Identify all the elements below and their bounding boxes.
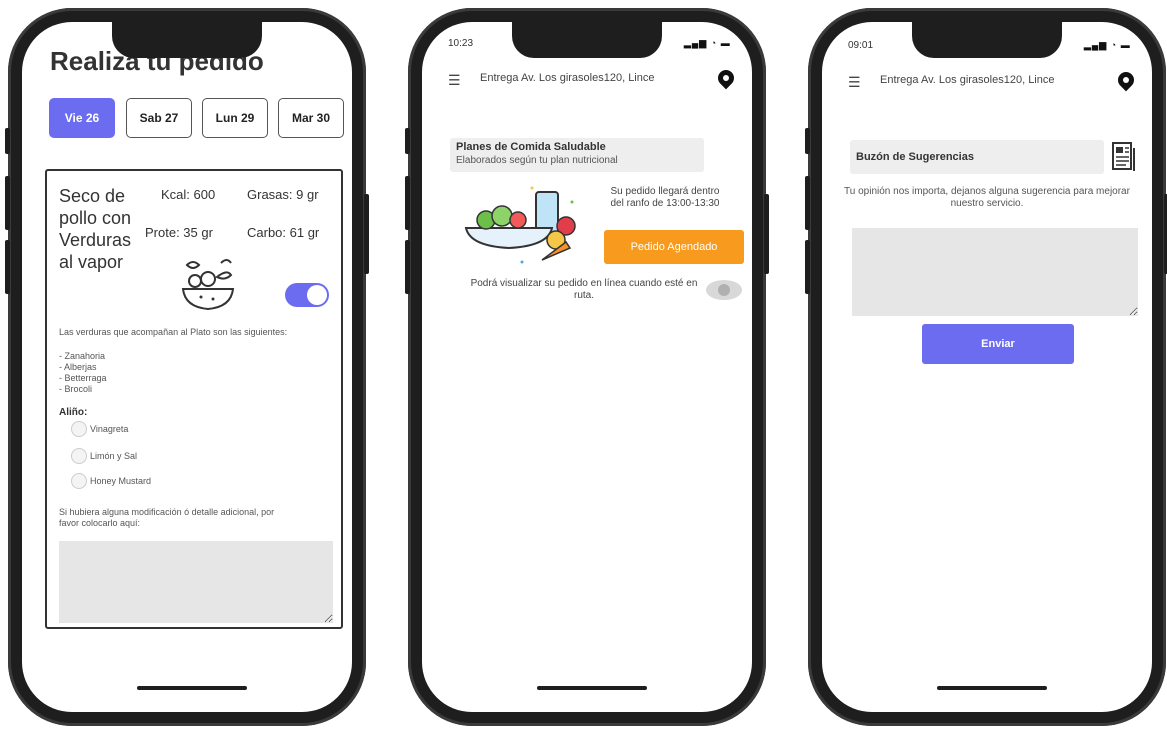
- signal-icon: ▂▄▆: [684, 38, 708, 48]
- phone-frame-order: Realiza tu pedido Vie 26 Sab 27 Lun 29 M…: [5, 8, 369, 726]
- vegetable-item: - Betterraga: [59, 373, 107, 383]
- dressing-label: Aliño:: [59, 407, 88, 418]
- date-tab-label: Vie 26: [64, 111, 100, 125]
- suggestions-header: Buzón de Sugerencias: [850, 140, 1104, 174]
- status-icons: ▂▄▆ ◔ ▬: [684, 38, 731, 49]
- home-indicator: [937, 686, 1047, 690]
- notes-prompt: Si hubiera alguna modificación ó detalle…: [59, 507, 275, 528]
- kcal-value: Kcal: 600: [161, 187, 216, 202]
- location-pin-icon[interactable]: [714, 66, 738, 90]
- food-illustration: [462, 182, 592, 273]
- phone-frame-plans: 10:23 ▂▄▆ ◔ ▬ ☰ Entrega Av. Los girasole…: [405, 8, 769, 726]
- plan-subtitle: Elaborados según tu plan nutricional: [456, 155, 618, 166]
- notes-textarea[interactable]: [59, 541, 333, 623]
- status-time: 10:23: [448, 38, 474, 49]
- dressing-option-honey-mustard[interactable]: Honey Mustard: [71, 473, 151, 489]
- date-tab-label: Sab 27: [139, 111, 179, 125]
- prote-value: Prote: 35 gr: [145, 225, 213, 240]
- status-time: 09:01: [848, 40, 874, 51]
- suggestion-textarea[interactable]: [852, 228, 1138, 316]
- vegetable-item: - Zanahoria: [59, 351, 106, 361]
- scheduled-order-button[interactable]: Pedido Agendado: [604, 230, 744, 264]
- salad-bowl-icon: [177, 255, 239, 318]
- battery-icon: ▬: [720, 38, 731, 48]
- healthy-plans-card[interactable]: Planes de Comida Saludable Elaborados se…: [450, 138, 704, 172]
- hamburger-icon[interactable]: ☰: [448, 72, 461, 89]
- send-button[interactable]: Enviar: [922, 324, 1074, 364]
- suggestions-message: Tu opinión nos importa, dejanos alguna s…: [844, 186, 1130, 209]
- carbo-value: Carbo: 61 gr: [247, 225, 320, 240]
- screen-plans: 10:23 ▂▄▆ ◔ ▬ ☰ Entrega Av. Los girasole…: [422, 22, 752, 712]
- toggle-knob: [307, 285, 327, 305]
- signal-icon: ▂▄▆: [1084, 40, 1108, 50]
- screen-suggestions: 09:01 ▂▄▆ ◔ ▬ ☰ Entrega Av. Los girasole…: [822, 22, 1152, 712]
- date-tab-sab-27[interactable]: Sab 27: [126, 98, 192, 138]
- date-tab-label: Lun 29: [215, 111, 255, 125]
- home-indicator: [137, 686, 247, 690]
- dressing-option-limon-sal[interactable]: Limón y Sal: [71, 448, 137, 464]
- radio-button[interactable]: [71, 421, 87, 437]
- delivery-address[interactable]: Entrega Av. Los girasoles120, Lince: [880, 74, 1055, 86]
- home-indicator: [537, 686, 647, 690]
- vegetable-item: - Brocoli: [59, 384, 93, 394]
- battery-icon: ▬: [1120, 40, 1131, 50]
- status-icons: ▂▄▆ ◔ ▬: [1084, 40, 1131, 51]
- screen-order: Realiza tu pedido Vie 26 Sab 27 Lun 29 M…: [22, 22, 352, 712]
- date-tab-vie-26[interactable]: Vie 26: [49, 98, 115, 138]
- dressing-option-vinagreta[interactable]: Vinagreta: [71, 421, 128, 437]
- wifi-icon: ◔: [710, 38, 718, 48]
- document-icon: [1112, 142, 1136, 177]
- radio-label: Honey Mustard: [90, 476, 152, 486]
- date-tab-label: Mar 30: [291, 111, 331, 125]
- date-tab-lun-29[interactable]: Lun 29: [202, 98, 268, 138]
- hamburger-icon[interactable]: ☰: [848, 74, 861, 91]
- vegetable-item: - Alberjas: [59, 362, 97, 372]
- delivery-eta: Su pedido llegará dentro del ranfo de 13…: [610, 186, 720, 209]
- dish-toggle[interactable]: [285, 283, 329, 307]
- delivery-address[interactable]: Entrega Av. Los girasoles120, Lince: [480, 72, 655, 84]
- radio-button[interactable]: [71, 448, 87, 464]
- suggestions-title: Buzón de Sugerencias: [856, 151, 974, 163]
- tracking-info: Podrá visualizar su pedido en línea cuan…: [470, 278, 698, 301]
- radio-button[interactable]: [71, 473, 87, 489]
- eye-pupil: [718, 284, 730, 296]
- radio-label: Limón y Sal: [90, 451, 138, 461]
- wifi-icon: ◔: [1110, 40, 1118, 50]
- date-tab-mar-30[interactable]: Mar 30: [278, 98, 344, 138]
- dish-name: Seco de pollo con Verduras al vapor: [59, 186, 132, 272]
- grasas-value: Grasas: 9 gr: [247, 187, 319, 202]
- vegetables-description: Las verduras que acompañan al Plato son …: [59, 327, 288, 337]
- eye-icon[interactable]: [706, 280, 742, 300]
- location-pin-icon[interactable]: [1114, 68, 1138, 92]
- phone-frame-suggestions: 09:01 ▂▄▆ ◔ ▬ ☰ Entrega Av. Los girasole…: [805, 8, 1167, 726]
- plan-title: Planes de Comida Saludable: [456, 141, 606, 153]
- dish-card: Seco de pollo con Verduras al vapor Kcal…: [45, 169, 343, 629]
- radio-label: Vinagreta: [90, 424, 129, 434]
